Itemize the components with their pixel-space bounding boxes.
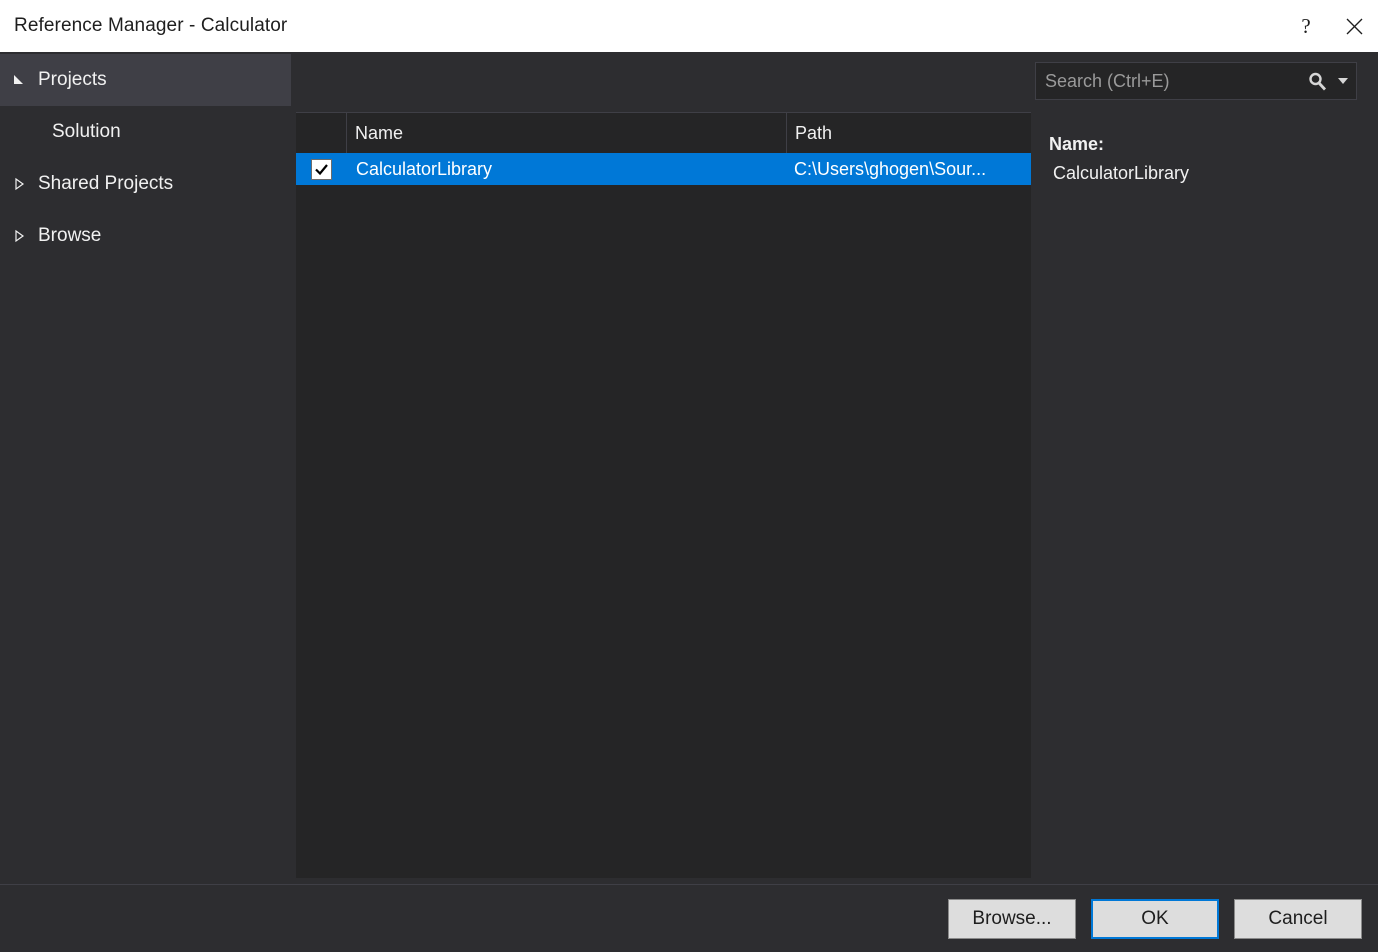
ok-button[interactable]: OK xyxy=(1091,898,1219,939)
help-button[interactable]: ? xyxy=(1282,0,1330,52)
cancel-button[interactable]: Cancel xyxy=(1234,898,1362,939)
reference-list-area: Name Path CalculatorLibrary C:\Users\gho… xyxy=(291,52,1031,884)
triangle-collapsed-icon[interactable] xyxy=(0,229,38,243)
close-icon xyxy=(1346,18,1362,34)
row-name: CalculatorLibrary xyxy=(356,158,493,179)
title-bar-buttons: ? xyxy=(1282,0,1378,52)
search-box[interactable] xyxy=(1035,62,1357,100)
reference-manager-dialog: Reference Manager - Calculator ? Project… xyxy=(0,0,1378,952)
list-column-headers: Name Path xyxy=(296,113,1031,153)
dialog-body: Projects Solution Shared Projects Browse… xyxy=(0,52,1378,884)
title-bar: Reference Manager - Calculator ? xyxy=(0,0,1378,52)
reference-list-panel: Name Path CalculatorLibrary C:\Users\gho… xyxy=(296,112,1031,878)
list-body: CalculatorLibrary C:\Users\ghogen\Sour..… xyxy=(296,153,1031,878)
detail-name-value: CalculatorLibrary xyxy=(1053,163,1190,183)
sidebar-item-label: Shared Projects xyxy=(38,173,174,194)
window-title: Reference Manager - Calculator xyxy=(14,15,288,36)
question-mark-icon: ? xyxy=(1301,13,1311,38)
column-header-path[interactable]: Path xyxy=(786,113,1031,153)
sidebar-item-label: Solution xyxy=(52,121,121,142)
dialog-footer: Browse... OK Cancel xyxy=(0,884,1378,952)
row-checkbox-cell[interactable] xyxy=(296,158,346,180)
checkbox-checked[interactable] xyxy=(310,158,332,180)
search-icon[interactable] xyxy=(1300,71,1334,92)
browse-button[interactable]: Browse... xyxy=(948,898,1076,939)
close-button[interactable] xyxy=(1330,0,1378,52)
sidebar-item-shared-projects[interactable]: Shared Projects xyxy=(0,158,291,210)
sidebar-item-label: Projects xyxy=(38,69,107,90)
sidebar: Projects Solution Shared Projects Browse xyxy=(0,52,291,884)
column-header-check[interactable] xyxy=(296,113,346,153)
row-path: C:\Users\ghogen\Sour... xyxy=(794,158,987,179)
chevron-down-icon[interactable] xyxy=(1334,77,1356,85)
sidebar-item-browse[interactable]: Browse xyxy=(0,210,291,262)
column-header-name[interactable]: Name xyxy=(346,113,786,153)
triangle-collapsed-icon[interactable] xyxy=(0,177,38,191)
sidebar-item-solution[interactable]: Solution xyxy=(0,106,291,158)
sidebar-item-projects[interactable]: Projects xyxy=(0,54,291,106)
detail-name-block: Name: CalculatorLibrary xyxy=(1031,100,1378,184)
sidebar-item-label: Browse xyxy=(38,225,102,246)
table-row[interactable]: CalculatorLibrary C:\Users\ghogen\Sour..… xyxy=(296,153,1031,185)
detail-name-label: Name: xyxy=(1049,134,1105,154)
checkmark-icon xyxy=(314,163,328,175)
details-pane: Name: CalculatorLibrary xyxy=(1031,52,1378,884)
triangle-expanded-icon[interactable] xyxy=(0,73,38,87)
search-input[interactable] xyxy=(1036,70,1300,92)
